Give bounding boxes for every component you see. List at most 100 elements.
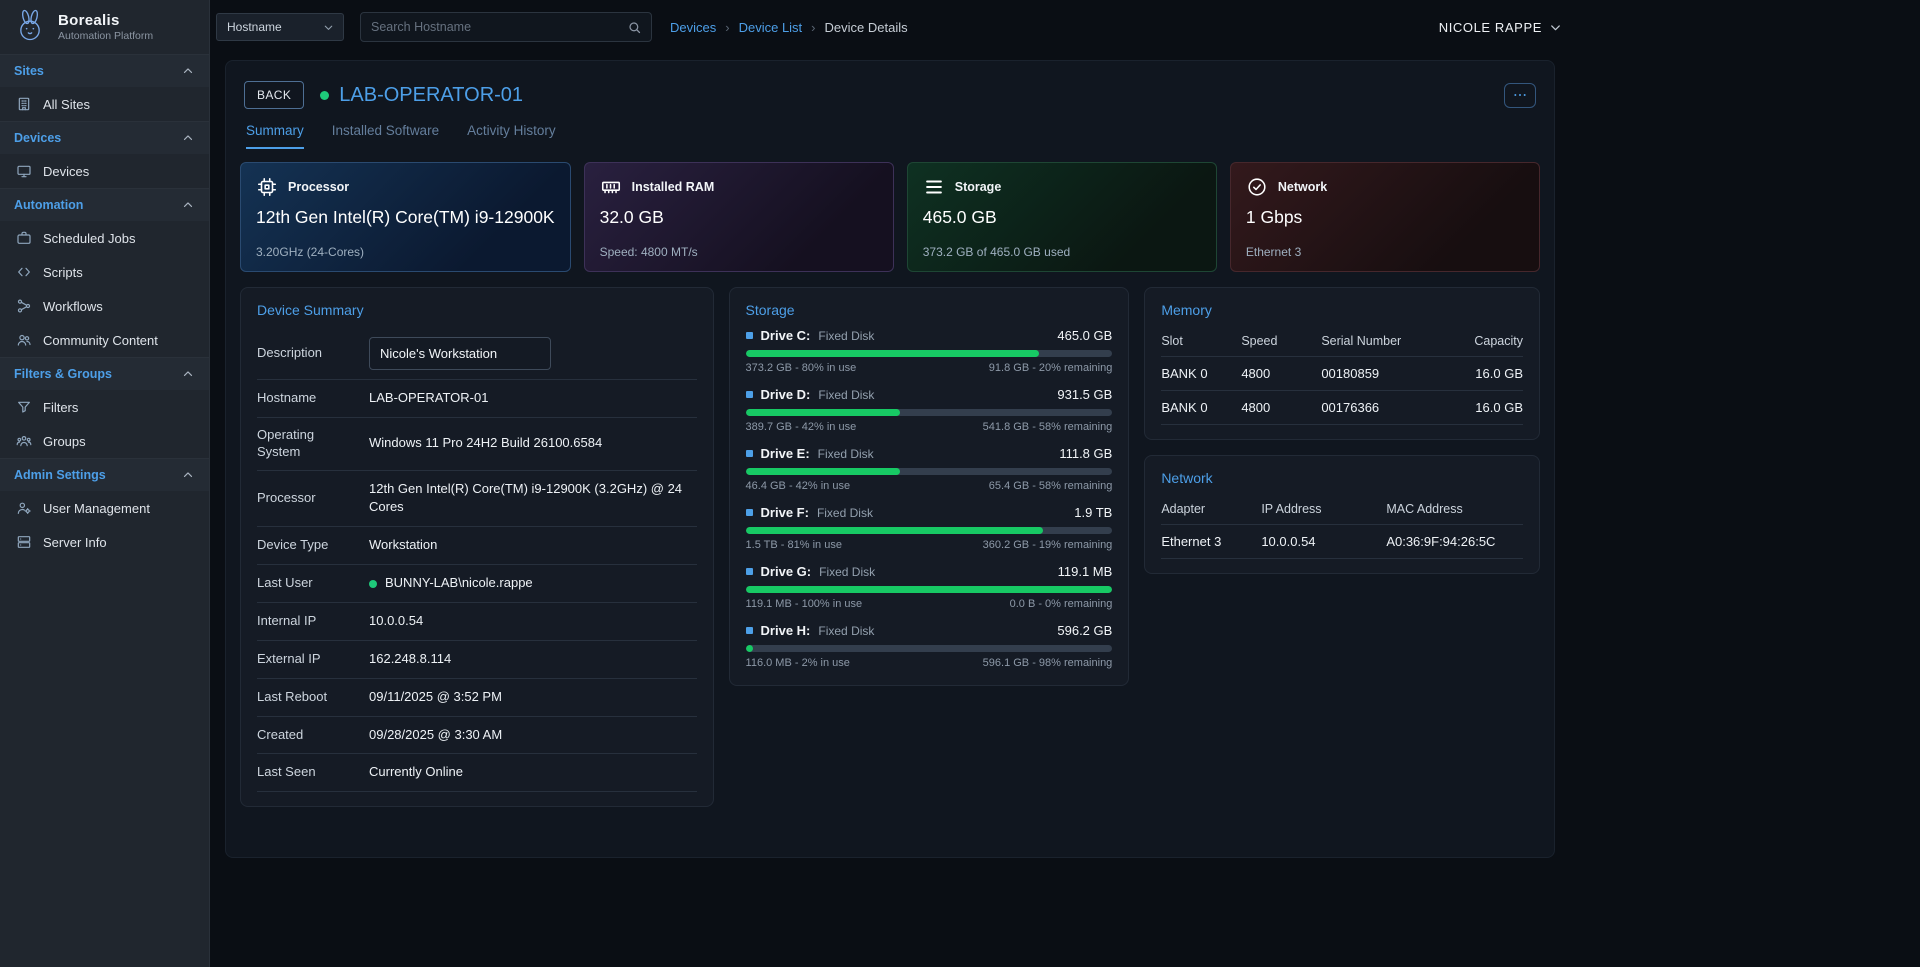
breadcrumb-devices[interactable]: Devices <box>670 20 716 35</box>
summary-label: Device Type <box>257 537 369 554</box>
sidebar-section-sites[interactable]: Sites <box>0 54 209 87</box>
stat-subtext: 373.2 GB of 465.0 GB used <box>923 245 1201 259</box>
drive-type: Fixed Disk <box>818 329 874 343</box>
drive-size: 931.5 GB <box>1057 387 1112 402</box>
sidebar-item-devices[interactable]: Devices <box>0 154 209 188</box>
sidebar-item-server-info[interactable]: Server Info <box>0 525 209 559</box>
sidebar-item-label: Filters <box>43 400 78 415</box>
sidebar-item-filters[interactable]: Filters <box>0 390 209 424</box>
summary-row-external-ip: External IP 162.248.8.114 <box>257 641 697 679</box>
cpu-icon <box>256 176 278 198</box>
sidebar-item-scripts[interactable]: Scripts <box>0 255 209 289</box>
summary-row-last-seen: Last Seen Currently Online <box>257 754 697 792</box>
description-input[interactable] <box>369 337 551 370</box>
summary-value: LAB-OPERATOR-01 <box>369 389 697 408</box>
drive-usage-fill <box>746 527 1043 534</box>
card-title: Network <box>1161 470 1523 486</box>
sidebar-item-scheduled-jobs[interactable]: Scheduled Jobs <box>0 221 209 255</box>
stat-subtext: 3.20GHz (24-Cores) <box>256 245 555 259</box>
sidebar-section-label: Admin Settings <box>14 468 106 482</box>
stat-label: Processor <box>288 180 349 194</box>
card-title: Device Summary <box>257 302 697 318</box>
summary-label: Operating System <box>257 427 369 461</box>
breadcrumb-device-list[interactable]: Device List <box>739 20 803 35</box>
brand[interactable]: Borealis Automation Platform <box>0 0 209 54</box>
ram-stat-card: Installed RAM 32.0 GB Speed: 4800 MT/s <box>584 162 894 272</box>
summary-value: 162.248.8.114 <box>369 650 697 669</box>
drive-usage-bar <box>746 468 1113 475</box>
summary-value: Currently Online <box>369 763 697 782</box>
memory-cell: BANK 0 <box>1161 391 1241 425</box>
drive-name: Drive F: <box>761 505 809 520</box>
memory-cell: 16.0 GB <box>1451 357 1523 391</box>
sidebar-section-filters-groups[interactable]: Filters & Groups <box>0 357 209 390</box>
brand-subtitle: Automation Platform <box>58 30 153 42</box>
sidebar-item-label: User Management <box>43 501 150 516</box>
memory-header-serial: Serial Number <box>1321 328 1451 357</box>
drive-usage-bar <box>746 586 1113 593</box>
sidebar-item-groups[interactable]: Groups <box>0 424 209 458</box>
summary-row-last-reboot: Last Reboot 09/11/2025 @ 3:52 PM <box>257 679 697 717</box>
sidebar-item-label: Devices <box>43 164 89 179</box>
user-menu[interactable]: NICOLE RAPPE <box>1439 20 1563 35</box>
network-header-ip: IP Address <box>1261 496 1386 525</box>
more-options-button[interactable] <box>1504 83 1536 108</box>
memory-cell: 4800 <box>1241 391 1321 425</box>
user-gear-icon <box>16 500 32 516</box>
sidebar-item-community-content[interactable]: Community Content <box>0 323 209 357</box>
drive-size: 1.9 TB <box>1074 505 1112 520</box>
memory-header-slot: Slot <box>1161 328 1241 357</box>
chevron-up-icon <box>181 131 195 145</box>
page-title: LAB-OPERATOR-01 <box>339 84 523 107</box>
summary-row-device-type: Device Type Workstation <box>257 527 697 565</box>
search-input[interactable] <box>371 20 627 34</box>
sidebar-item-all-sites[interactable]: All Sites <box>0 87 209 121</box>
network-cell: Ethernet 3 <box>1161 525 1261 559</box>
drive-row-d: Drive D: Fixed Disk 931.5 GB 389.7 GB - … <box>746 387 1113 433</box>
brand-name: Borealis <box>58 12 153 29</box>
sidebar-item-label: Server Info <box>43 535 107 550</box>
drive-remaining-text: 91.8 GB - 20% remaining <box>989 362 1113 374</box>
summary-label: Created <box>257 727 369 744</box>
ram-icon <box>600 176 622 198</box>
memory-header-capacity: Capacity <box>1451 328 1523 357</box>
breadcrumb-separator <box>725 20 729 35</box>
stat-label: Storage <box>955 180 1002 194</box>
stat-subtext: Speed: 4800 MT/s <box>600 245 878 259</box>
summary-row-internal-ip: Internal IP 10.0.0.54 <box>257 603 697 641</box>
summary-row-hostname: Hostname LAB-OPERATOR-01 <box>257 380 697 418</box>
back-button[interactable]: BACK <box>244 81 304 109</box>
tab-activity-history[interactable]: Activity History <box>467 123 556 149</box>
drive-usage-fill <box>746 586 1113 593</box>
search-icon <box>627 20 642 35</box>
memory-cell: BANK 0 <box>1161 357 1241 391</box>
network-check-icon <box>1246 176 1268 198</box>
drive-size: 119.1 MB <box>1058 564 1113 579</box>
sidebar-item-workflows[interactable]: Workflows <box>0 289 209 323</box>
summary-value: Workstation <box>369 536 697 555</box>
drive-size: 111.8 GB <box>1059 446 1112 461</box>
summary-label: Last Seen <box>257 764 369 781</box>
sidebar-item-user-management[interactable]: User Management <box>0 491 209 525</box>
drive-row-h: Drive H: Fixed Disk 596.2 GB 116.0 MB - … <box>746 623 1113 669</box>
tab-installed-software[interactable]: Installed Software <box>332 123 439 149</box>
groups-icon <box>16 433 32 449</box>
topbar: Hostname Devices Device List Device Deta… <box>210 0 1920 54</box>
sidebar-section-admin-settings[interactable]: Admin Settings <box>0 458 209 491</box>
drive-usage-bar <box>746 350 1113 357</box>
chevron-down-icon <box>1548 20 1563 35</box>
stat-value: 32.0 GB <box>600 207 878 228</box>
summary-row-operating-system: Operating System Windows 11 Pro 24H2 Bui… <box>257 418 697 471</box>
user-name: NICOLE RAPPE <box>1439 20 1542 35</box>
tab-summary[interactable]: Summary <box>246 123 304 149</box>
sidebar-section-devices[interactable]: Devices <box>0 121 209 154</box>
drive-name: Drive C: <box>761 328 811 343</box>
drive-name: Drive G: <box>761 564 812 579</box>
summary-value: 12th Gen Intel(R) Core(TM) i9-12900K (3.… <box>369 480 697 518</box>
drive-usage-fill <box>746 350 1039 357</box>
workflow-icon <box>16 298 32 314</box>
sidebar-section-automation[interactable]: Automation <box>0 188 209 221</box>
hostname-dropdown[interactable]: Hostname <box>216 13 344 41</box>
drive-used-text: 1.5 TB - 81% in use <box>746 539 842 551</box>
chevron-up-icon <box>181 64 195 78</box>
